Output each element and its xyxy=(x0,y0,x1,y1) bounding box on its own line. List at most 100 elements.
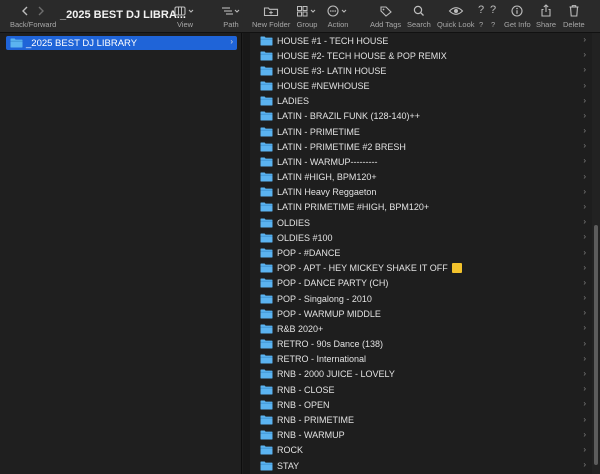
eye-icon xyxy=(448,3,464,18)
folder-row[interactable]: LATIN - WARMUP--------- › xyxy=(250,154,592,169)
folder-icon xyxy=(260,81,273,91)
share-icon xyxy=(539,3,553,18)
share-button[interactable]: Share xyxy=(536,3,556,29)
folder-icon xyxy=(260,36,273,45)
folder-row[interactable]: HOUSE #NEWHOUSE › xyxy=(250,79,592,94)
folder-row[interactable]: POP - Singalong - 2010 › xyxy=(250,291,592,306)
folder-icon xyxy=(260,51,273,61)
first-column: _2025 BEST DJ LIBRARY › xyxy=(0,33,242,474)
folder-icon xyxy=(260,187,273,197)
view-icon xyxy=(174,3,196,18)
scrollbar-thumb[interactable] xyxy=(594,225,598,465)
chevron-right-icon: › xyxy=(583,293,586,303)
chevron-right-icon: › xyxy=(230,37,233,46)
folder-row[interactable]: RNB - WARMUP › xyxy=(250,428,592,443)
chevron-right-icon: › xyxy=(583,384,586,394)
folder-row[interactable]: LATIN Heavy Reggaeton › xyxy=(250,185,592,200)
folder-name: HOUSE #2- TECH HOUSE & POP REMIX xyxy=(277,50,447,61)
folder-row[interactable]: LADIES › xyxy=(250,94,592,109)
folder-name: RETRO - 90s Dance (138) xyxy=(277,339,384,350)
folder-icon xyxy=(260,415,273,425)
search-label: Search xyxy=(407,20,431,29)
folder-row[interactable]: LATIN PRIMETIME #HIGH, BPM120+ › xyxy=(250,200,592,215)
unknown-button-1[interactable]: ? ? xyxy=(478,3,484,29)
folder-row[interactable]: LATIN - PRIMETIME #2 BRESH › xyxy=(250,139,592,154)
chevron-right-icon: › xyxy=(583,368,586,378)
share-label: Share xyxy=(536,20,557,29)
folder-name: POP - WARMUP MIDDLE xyxy=(277,308,381,319)
folder-row[interactable]: RNB - OPEN › xyxy=(250,397,592,412)
folder-row[interactable]: LATIN - PRIMETIME › xyxy=(250,124,592,139)
get-info-label: Get Info xyxy=(504,20,531,29)
get-info-button[interactable]: Get Info xyxy=(504,3,531,29)
search-button[interactable]: Search xyxy=(407,3,431,29)
folder-name: POP - #DANCE xyxy=(277,248,341,259)
path-button[interactable]: Path xyxy=(220,3,242,29)
add-tags-button[interactable]: Add Tags xyxy=(370,3,401,29)
folder-name: RNB - OPEN xyxy=(277,399,330,410)
folder-row[interactable]: POP - APT - HEY MICKEY SHAKE IT OFF › xyxy=(250,261,592,276)
folder-row[interactable]: POP - #DANCE › xyxy=(250,246,592,261)
chevron-right-icon: › xyxy=(583,141,586,151)
folder-icon xyxy=(260,202,273,212)
group-label: Group xyxy=(296,20,318,29)
toolbar: Back/Forward _2025 BEST DJ LIBRA... View… xyxy=(0,0,600,33)
folder-row[interactable]: R&B 2020+ › xyxy=(250,321,592,336)
column-divider[interactable] xyxy=(243,33,250,474)
folder-icon xyxy=(260,66,273,76)
add-tags-label: Add Tags xyxy=(370,20,402,29)
folder-row[interactable]: RETRO - International › xyxy=(250,352,592,367)
chevron-right-icon: › xyxy=(583,399,586,409)
folder-row[interactable]: STAY › xyxy=(250,458,592,473)
folder-row[interactable]: OLDIES › xyxy=(250,215,592,230)
chevron-right-icon: › xyxy=(583,338,586,348)
chevron-right-icon: › xyxy=(583,444,586,454)
folder-icon xyxy=(260,142,273,152)
folder-icon xyxy=(260,400,273,410)
folder-row[interactable]: RNB - PRIMETIME › xyxy=(250,413,592,428)
folder-row[interactable]: RNB - CLOSE › xyxy=(250,382,592,397)
folder-row[interactable]: ROCK › xyxy=(250,443,592,458)
folder-row[interactable]: LATIN - BRAZIL FUNK (128-140)++ › xyxy=(250,109,592,124)
folder-icon xyxy=(260,294,273,304)
folder-name: LATIN - BRAZIL FUNK (128-140)++ xyxy=(277,111,421,122)
yellow-square-emoji-icon xyxy=(451,263,462,274)
view-button[interactable]: View xyxy=(174,3,196,29)
folder-row[interactable]: HOUSE #2- TECH HOUSE & POP REMIX › xyxy=(250,48,592,63)
tag-icon xyxy=(379,3,393,18)
folder-name: RNB - WARMUP xyxy=(277,430,345,441)
new-folder-label: New Folder xyxy=(252,20,291,29)
question-icon: ? xyxy=(478,4,485,16)
chevron-right-icon: › xyxy=(583,353,586,363)
chevron-right-icon: › xyxy=(583,308,586,318)
quick-look-button[interactable]: Quick Look xyxy=(437,3,475,29)
folder-row[interactable]: HOUSE #1 - TECH HOUSE › xyxy=(250,33,592,48)
new-folder-button[interactable]: New Folder xyxy=(252,3,290,29)
folder-icon xyxy=(260,445,273,455)
group-button[interactable]: Group xyxy=(296,3,318,29)
folder-row[interactable]: RNB - 2000 JUICE - LOVELY › xyxy=(250,367,592,382)
folder-name: LATIN - PRIMETIME xyxy=(277,126,360,137)
folder-row[interactable]: POP - WARMUP MIDDLE › xyxy=(250,306,592,321)
folder-row[interactable]: OLDIES #100 › xyxy=(250,230,592,245)
folder-name: RNB - 2000 JUICE - LOVELY xyxy=(277,369,395,380)
folder-name: LATIN - WARMUP--------- xyxy=(277,156,378,167)
delete-button[interactable]: Delete xyxy=(563,3,585,29)
action-button[interactable]: Action xyxy=(327,3,349,29)
folder-name: LATIN - PRIMETIME #2 BRESH xyxy=(277,141,406,152)
folder-icon xyxy=(260,278,273,288)
chevron-right-icon: › xyxy=(583,247,586,257)
back-forward-label: Back/Forward xyxy=(10,20,57,29)
folder-row[interactable]: RETRO - 90s Dance (138) › xyxy=(250,337,592,352)
chevron-right-icon: › xyxy=(583,460,586,470)
folder-row[interactable]: LATIN #HIGH, BPM120+ › xyxy=(250,170,592,185)
folder-icon xyxy=(10,38,23,48)
back-forward-button[interactable]: Back/Forward xyxy=(10,3,56,29)
unknown-button-2[interactable]: ? ? xyxy=(490,3,496,29)
folder-icon xyxy=(260,96,273,106)
selected-folder-row[interactable]: _2025 BEST DJ LIBRARY › xyxy=(6,36,237,50)
folder-row[interactable]: HOUSE #3- LATIN HOUSE › xyxy=(250,63,592,78)
back-forward-icon xyxy=(16,3,50,18)
folder-row[interactable]: POP - DANCE PARTY (CH) › xyxy=(250,276,592,291)
chevron-right-icon: › xyxy=(583,186,586,196)
